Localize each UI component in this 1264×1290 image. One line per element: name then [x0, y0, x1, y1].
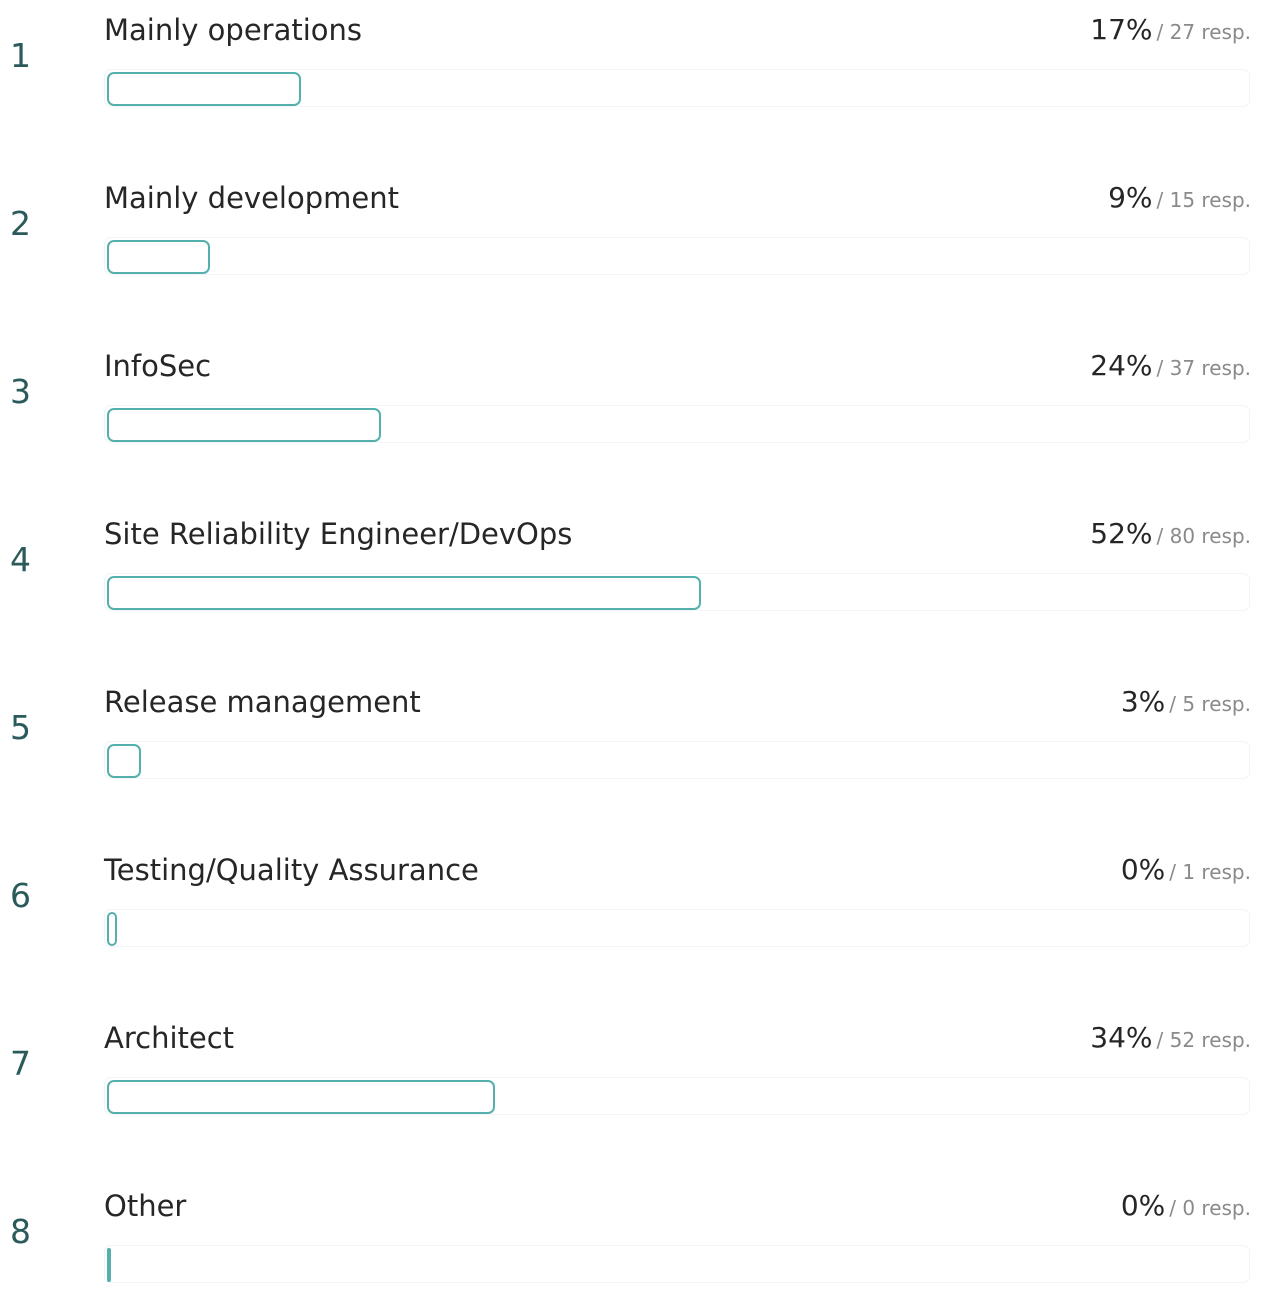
response-count: / 15 resp. [1156, 188, 1251, 212]
progress-track [104, 1077, 1250, 1115]
option-label: Other [104, 1189, 187, 1223]
option-stats: 52%/ 80 resp. [1090, 514, 1251, 558]
option-label: Site Reliability Engineer/DevOps [104, 517, 573, 551]
response-count: / 5 resp. [1169, 692, 1251, 716]
option-label: Mainly operations [104, 13, 363, 47]
response-count: / 27 resp. [1156, 20, 1251, 44]
option-stats: 3%/ 5 resp. [1121, 682, 1251, 726]
option-label: InfoSec [104, 349, 212, 383]
percent-value: 24% [1090, 349, 1153, 382]
progress-track [104, 405, 1250, 443]
option-index: 3 [10, 372, 31, 411]
option-label: Architect [104, 1021, 235, 1055]
percent-value: 34% [1090, 1021, 1153, 1054]
option-index: 1 [10, 36, 31, 75]
option-stats: 0%/ 0 resp. [1121, 1186, 1251, 1230]
progress-fill [107, 1080, 495, 1114]
survey-results-list: 1 Mainly operations 17%/ 27 resp. 2 Mainly d… [0, 0, 1264, 1283]
option-stats: 9%/ 15 resp. [1108, 178, 1251, 222]
progress-track [104, 1245, 1250, 1283]
option-index: 8 [10, 1212, 31, 1251]
option-label: Mainly development [104, 181, 399, 215]
result-row: 6 Testing/Quality Assurance 0%/ 1 resp. [0, 844, 1264, 954]
option-label: Testing/Quality Assurance [104, 853, 479, 887]
percent-value: 9% [1108, 181, 1153, 214]
response-count: / 80 resp. [1156, 524, 1251, 548]
response-count: / 1 resp. [1169, 860, 1251, 884]
progress-fill [107, 72, 301, 106]
progress-fill [107, 912, 117, 946]
result-row: 5 Release management 3%/ 5 resp. [0, 676, 1264, 786]
response-count: / 52 resp. [1156, 1028, 1251, 1052]
option-stats: 0%/ 1 resp. [1121, 850, 1251, 894]
progress-fill [107, 408, 381, 442]
option-stats: 34%/ 52 resp. [1090, 1018, 1251, 1062]
result-row: 1 Mainly operations 17%/ 27 resp. [0, 4, 1264, 114]
result-row: 3 InfoSec 24%/ 37 resp. [0, 340, 1264, 450]
progress-track [104, 573, 1250, 611]
option-label: Release management [104, 685, 421, 719]
result-row: 7 Architect 34%/ 52 resp. [0, 1012, 1264, 1122]
response-count: / 0 resp. [1169, 1196, 1251, 1220]
result-row: 4 Site Reliability Engineer/DevOps 52%/ 80… [0, 508, 1264, 618]
progress-track [104, 909, 1250, 947]
option-index: 5 [10, 708, 31, 747]
option-index: 2 [10, 204, 31, 243]
percent-value: 52% [1090, 517, 1153, 550]
progress-track [104, 237, 1250, 275]
option-stats: 17%/ 27 resp. [1090, 10, 1251, 54]
progress-fill [107, 240, 210, 274]
response-count: / 37 resp. [1156, 356, 1251, 380]
percent-value: 17% [1090, 13, 1153, 46]
percent-value: 0% [1120, 1189, 1166, 1222]
option-stats: 24%/ 37 resp. [1090, 346, 1251, 390]
result-row: 2 Mainly development 9%/ 15 resp. [0, 172, 1264, 282]
progress-track [104, 741, 1250, 779]
percent-value: 0% [1120, 853, 1166, 886]
progress-fill [107, 1248, 111, 1282]
result-row: 8 Other 0%/ 0 resp. [0, 1180, 1264, 1290]
progress-track [104, 69, 1250, 107]
progress-fill [107, 744, 141, 778]
option-index: 6 [10, 876, 31, 915]
progress-fill [107, 576, 701, 610]
option-index: 7 [10, 1044, 31, 1083]
percent-value: 3% [1120, 685, 1166, 718]
option-index: 4 [10, 540, 31, 579]
